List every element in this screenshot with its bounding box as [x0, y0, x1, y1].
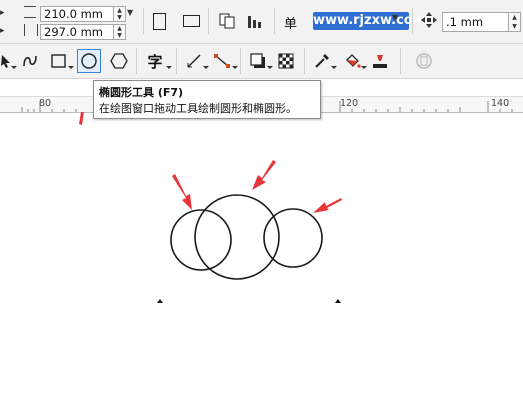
- pick-tool[interactable]: [0, 49, 18, 73]
- landscape-icon: [182, 15, 200, 27]
- separator: [143, 8, 144, 34]
- dimension-icon: [187, 54, 201, 68]
- units-dropdown-icon[interactable]: ▼: [392, 13, 398, 22]
- outline-pen-tool[interactable]: [368, 49, 392, 73]
- portrait-icon: [152, 12, 166, 30]
- eyedropper-tool[interactable]: [310, 49, 334, 73]
- drawing-canvas[interactable]: [0, 112, 523, 407]
- property-bar: ▸ ▸ 210.0 mm ▲ ▼ 297.0 mm ▲ ▼ ▼ 单 www.rjzx…: [0, 0, 523, 44]
- chevron-right-icon[interactable]: ▸: [0, 8, 5, 18]
- page-width-field[interactable]: 210.0 mm: [40, 6, 115, 22]
- fill-icon: [346, 54, 361, 68]
- drop-shadow-icon: [250, 53, 265, 68]
- nudge-icon: [420, 11, 438, 32]
- toolbox: 字: [0, 44, 523, 79]
- eyedropper-icon: [315, 54, 329, 68]
- text-tool[interactable]: 字: [143, 49, 167, 73]
- arrow-up-icon: [79, 112, 84, 125]
- pages-icon: [219, 13, 235, 29]
- drop-shadow-tool[interactable]: [246, 49, 270, 73]
- flyout-arrow-icon[interactable]: [361, 66, 367, 69]
- marker-icon: [335, 299, 341, 303]
- arrow-down-right-icon: [172, 174, 192, 210]
- connector-tool[interactable]: [210, 49, 234, 73]
- rectangle-tool[interactable]: [47, 49, 71, 73]
- portrait-button[interactable]: [148, 10, 170, 32]
- nudge-distance-field[interactable]: .1 mm: [442, 12, 509, 32]
- connector-icon: [214, 54, 230, 68]
- flyout-arrow-icon[interactable]: [166, 66, 172, 69]
- page-height-icon: [24, 24, 38, 36]
- marker-icon: [157, 299, 163, 303]
- flyout-arrow-icon[interactable]: [232, 66, 238, 69]
- units-label: 单: [284, 17, 298, 32]
- fill-tool[interactable]: [340, 49, 364, 73]
- transparency-icon: [278, 53, 294, 69]
- ruler-label: 140: [491, 98, 510, 109]
- polygon-icon: [110, 53, 128, 69]
- ruler-label: 80: [39, 98, 52, 109]
- all-pages-button[interactable]: [216, 10, 238, 32]
- page-width-stepper[interactable]: ▲ ▼: [113, 6, 126, 22]
- polygon-tool[interactable]: [107, 49, 131, 73]
- ruler-label: 120: [340, 98, 359, 109]
- outline-pen-icon: [373, 55, 387, 68]
- landscape-button[interactable]: [180, 10, 202, 32]
- flyout-arrow-icon[interactable]: [267, 66, 273, 69]
- flyout-arrow-icon[interactable]: [203, 66, 209, 69]
- tooltip-title: 椭圆形工具 (F7): [99, 86, 184, 99]
- tooltip-description: 在绘图窗口拖动工具绘制圆形和椭圆形。: [99, 102, 297, 115]
- transparency-tool[interactable]: [274, 49, 298, 73]
- dropdown-arrow-icon[interactable]: ▼: [127, 8, 133, 17]
- arrow-down-left-icon: [252, 160, 276, 190]
- page-width-icon: [24, 6, 36, 18]
- separator: [274, 8, 275, 34]
- freehand-curve-icon: [23, 55, 37, 67]
- arrow-left-icon: [313, 198, 342, 213]
- ellipse-tool[interactable]: [77, 49, 101, 73]
- rectangle-icon: [51, 54, 66, 68]
- freehand-tool[interactable]: [18, 49, 42, 73]
- lock-tool[interactable]: [412, 49, 436, 73]
- nudge-stepper[interactable]: ▲ ▼: [508, 12, 521, 32]
- annotation-arrows: [79, 112, 342, 213]
- current-page-button[interactable]: [244, 10, 266, 32]
- separator: [176, 48, 177, 74]
- page-height-stepper[interactable]: ▲ ▼: [113, 24, 126, 40]
- chevron-right-icon[interactable]: ▸: [0, 26, 5, 36]
- flyout-arrow-icon[interactable]: [331, 66, 337, 69]
- separator: [208, 8, 209, 34]
- tool-tooltip: 椭圆形工具 (F7) 在绘图窗口拖动工具绘制圆形和椭圆形。: [93, 80, 321, 119]
- flyout-arrow-icon[interactable]: [11, 66, 17, 69]
- dimension-tool[interactable]: [182, 49, 206, 73]
- circle-right[interactable]: [263, 208, 323, 268]
- ellipse-icon: [81, 53, 97, 69]
- separator: [412, 8, 413, 34]
- separator: [136, 48, 137, 74]
- separator: [304, 48, 305, 74]
- circle-left[interactable]: [170, 209, 232, 271]
- bars-icon: [248, 16, 261, 28]
- page-height-field[interactable]: 297.0 mm: [40, 24, 115, 40]
- separator: [240, 48, 241, 74]
- circle-center[interactable]: [194, 194, 280, 280]
- text-icon: 字: [147, 52, 163, 71]
- flyout-arrow-icon[interactable]: [68, 66, 74, 69]
- lock-icon: [416, 53, 432, 69]
- separator: [400, 48, 401, 74]
